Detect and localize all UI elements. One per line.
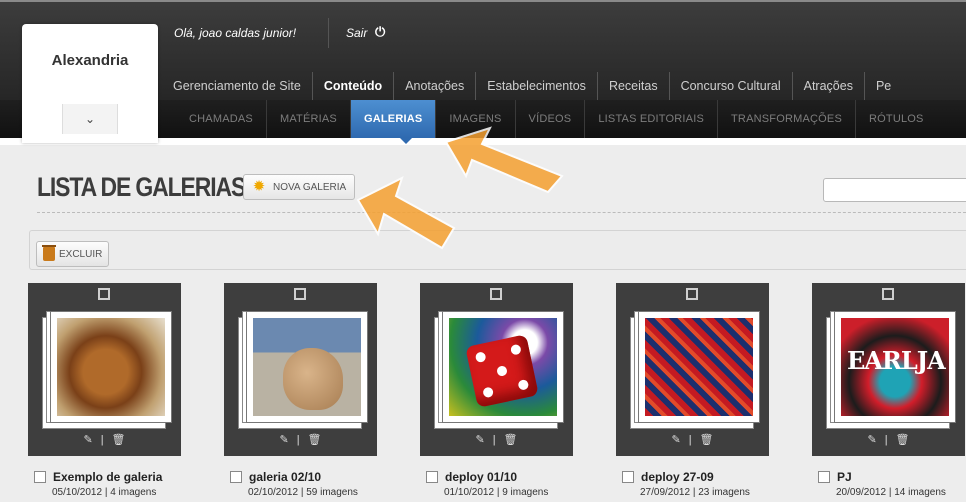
trash-icon (42, 245, 56, 261)
new-gallery-button[interactable]: ✹ NOVA GALERIA (243, 174, 356, 200)
gallery-checkbox[interactable] (426, 471, 438, 483)
new-gallery-label: NOVA GALERIA (273, 181, 347, 193)
title-divider (37, 212, 966, 213)
sub-nav-item-editorial-lists[interactable]: LISTAS EDITORIAIS (585, 100, 719, 138)
gallery-checkbox[interactable] (34, 471, 46, 483)
photo-frame[interactable] (246, 311, 368, 423)
main-nav-item-more[interactable]: Pe (865, 72, 902, 100)
trash-icon[interactable]: 🗑 (896, 434, 910, 446)
gallery-card[interactable]: ✎ | 🗑 (224, 283, 377, 456)
delete-button[interactable]: EXCLUIR (36, 241, 110, 267)
gallery-title[interactable]: Exemplo de galeria (53, 470, 162, 484)
select-square-icon[interactable] (882, 288, 894, 300)
photo-frame[interactable] (50, 311, 172, 423)
sub-nav-item-calls[interactable]: CHAMADAS (176, 100, 267, 138)
select-square-icon[interactable] (686, 288, 698, 300)
gallery-card[interactable]: EARLJA ✎ | 🗑 (812, 283, 965, 456)
trash-icon[interactable]: 🗑 (700, 434, 714, 446)
main-nav: Gerenciamento de Site Conteúdo Anotações… (162, 72, 902, 100)
select-square-icon[interactable] (490, 288, 502, 300)
photo-frame[interactable] (638, 311, 760, 423)
poster-text: EARLJA (847, 346, 946, 375)
pencil-icon[interactable]: ✎ (867, 434, 876, 446)
search-input[interactable] (823, 178, 966, 202)
red-dice-thumbnail (449, 318, 557, 416)
gallery-title[interactable]: deploy 27-09 (641, 470, 714, 484)
gallery-card[interactable]: ✎ | 🗑 (420, 283, 573, 456)
gallery-meta: 05/10/2012 | 4 imagens (52, 487, 157, 498)
page-title: LISTA DE GALERIAS (37, 172, 246, 202)
gallery-checkbox[interactable] (622, 471, 634, 483)
site-name: Alexandria (51, 52, 129, 69)
active-tab-indicator (400, 138, 412, 144)
main-nav-item-attractions[interactable]: Atrações (793, 72, 865, 100)
gallery-meta: 27/09/2012 | 23 imagens (640, 487, 750, 498)
trash-icon[interactable]: 🗑 (504, 434, 518, 446)
gallery-label: deploy 27-09 (622, 470, 714, 484)
header-divider (328, 18, 329, 48)
gallery-card[interactable]: ✎ | 🗑 (28, 283, 181, 456)
action-separator: | (100, 434, 104, 446)
card-actions: ✎ | 🗑 (420, 433, 573, 446)
top-bar-border (0, 0, 966, 2)
card-actions: ✎ | 🗑 (616, 433, 769, 446)
gallery-meta: 01/10/2012 | 9 imagens (444, 487, 549, 498)
power-icon[interactable]: ⏻ (375, 24, 385, 40)
pencil-icon[interactable]: ✎ (279, 434, 288, 446)
gallery-checkbox[interactable] (230, 471, 242, 483)
gallery-title[interactable]: galeria 02/10 (249, 470, 321, 484)
gallery-meta: 02/10/2012 | 59 imagens (248, 487, 358, 498)
main-nav-item-annotations[interactable]: Anotações (394, 72, 477, 100)
sub-nav-item-galleries[interactable]: GALERIAS (350, 100, 437, 138)
sub-nav-item-transformations[interactable]: TRANSFORMAÇÕES (718, 100, 856, 138)
trash-icon[interactable]: 🗑 (112, 434, 126, 446)
photo-frame[interactable]: EARLJA (834, 311, 956, 423)
select-square-icon[interactable] (294, 288, 306, 300)
gallery-title[interactable]: deploy 01/10 (445, 470, 517, 484)
dachshund-puppy-thumbnail (57, 318, 165, 416)
gallery-label: deploy 01/10 (426, 470, 517, 484)
pencil-icon[interactable]: ✎ (671, 434, 680, 446)
main-nav-item-establishments[interactable]: Estabelecimentos (476, 72, 598, 100)
user-greeting: Olá, joao caldas junior! (174, 26, 297, 40)
gallery-meta: 20/09/2012 | 14 imagens (836, 487, 946, 498)
chevron-down-icon[interactable]: ⌄ (62, 104, 118, 134)
pearl-jam-poster-thumbnail: EARLJA (841, 318, 949, 416)
shar-pei-thumbnail (253, 318, 361, 416)
gallery-label: galeria 02/10 (230, 470, 321, 484)
card-actions: ✎ | 🗑 (28, 433, 181, 446)
select-square-icon[interactable] (98, 288, 110, 300)
gallery-checkbox[interactable] (818, 471, 830, 483)
annotation-arrow-new-gallery (356, 176, 456, 250)
sun-add-icon: ✹ (252, 178, 266, 195)
main-nav-item-contest[interactable]: Concurso Cultural (670, 72, 793, 100)
pencil-icon[interactable]: ✎ (475, 434, 484, 446)
gallery-label: Exemplo de galeria (34, 470, 162, 484)
card-actions: ✎ | 🗑 (812, 433, 965, 446)
gallery-title[interactable]: PJ (837, 470, 852, 484)
card-actions: ✎ | 🗑 (224, 433, 377, 446)
sub-nav-item-articles[interactable]: MATÉRIAS (267, 100, 351, 138)
action-separator: | (688, 434, 692, 446)
trash-icon[interactable]: 🗑 (308, 434, 322, 446)
gallery-card[interactable]: ✎ | 🗑 (616, 283, 769, 456)
main-nav-item-content[interactable]: Conteúdo (313, 72, 395, 100)
photo-frame[interactable] (442, 311, 564, 423)
action-separator: | (492, 434, 496, 446)
red-blue-poster-thumbnail (645, 318, 753, 416)
gallery-label: PJ (818, 470, 852, 484)
main-nav-item-recipes[interactable]: Receitas (598, 72, 670, 100)
action-separator: | (884, 434, 888, 446)
action-separator: | (296, 434, 300, 446)
toolbar (29, 230, 966, 270)
logout-link[interactable]: Sair (346, 26, 367, 40)
pencil-icon[interactable]: ✎ (83, 434, 92, 446)
main-nav-item-site-management[interactable]: Gerenciamento de Site (162, 72, 313, 100)
sub-nav-item-labels[interactable]: RÓTULOS (856, 100, 937, 138)
site-selector[interactable]: Alexandria ⌄ (22, 24, 158, 143)
delete-label: EXCLUIR (59, 248, 103, 260)
